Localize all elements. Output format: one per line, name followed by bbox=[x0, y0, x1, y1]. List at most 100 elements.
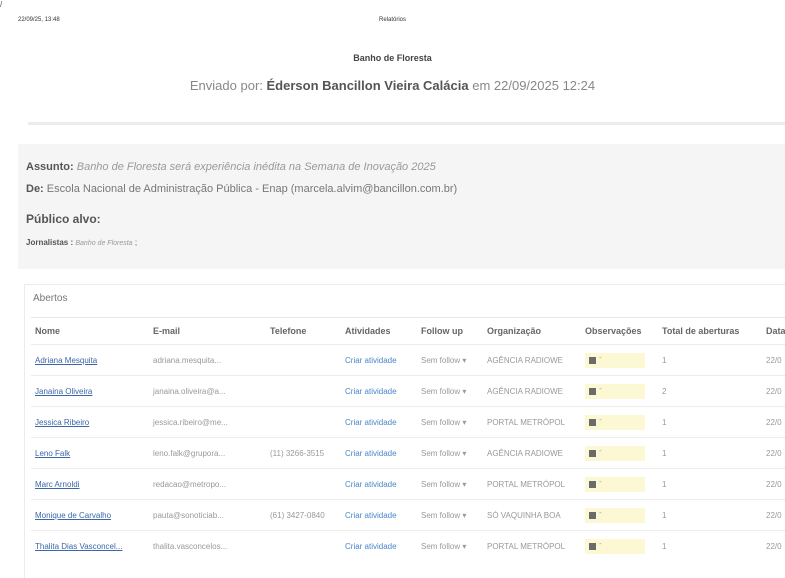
audience-group: Jornalistas : bbox=[26, 238, 74, 247]
contact-organization: PORTAL METRÓPOL bbox=[483, 468, 581, 500]
total-opens: 1 bbox=[658, 437, 762, 469]
create-activity-link[interactable]: Criar atividade bbox=[341, 499, 417, 531]
create-activity-link[interactable]: Criar atividade bbox=[341, 530, 417, 561]
contact-email: jessica.ribeiro@me... bbox=[149, 406, 266, 438]
contact-name-link[interactable]: Marc Arnoldi bbox=[31, 468, 149, 500]
sent-by-line: Enviado por: Éderson Bancillon Vieira Ca… bbox=[0, 78, 785, 93]
opened-panel: Abertos Nome E-mail Telefone Atividades … bbox=[24, 284, 785, 578]
table-row: Janaina Oliveira janaina.oliveira@a... C… bbox=[31, 375, 785, 407]
create-activity-link[interactable]: Criar atividade bbox=[341, 375, 417, 407]
contact-name-link[interactable]: Jessica Ribeiro bbox=[31, 406, 149, 438]
contact-email: pauta@sonoticiab... bbox=[149, 499, 266, 531]
contact-organization: AGÊNCIA RADIOWE bbox=[483, 375, 581, 407]
notes-text: - bbox=[599, 383, 602, 393]
subject-row: Assunto: Banho de Floresta será experiên… bbox=[26, 161, 436, 173]
notes-cell: - bbox=[581, 468, 658, 500]
notes-field[interactable]: - bbox=[585, 445, 645, 461]
column-header-organization[interactable]: Organização bbox=[483, 317, 581, 345]
campaign-info: Assunto: Banho de Floresta será experiên… bbox=[18, 144, 785, 269]
column-header-date[interactable]: Data bbox=[762, 317, 785, 345]
create-activity-link[interactable]: Criar atividade bbox=[341, 344, 417, 376]
create-activity-link[interactable]: Criar atividade bbox=[341, 437, 417, 469]
contact-organization: PORTAL METRÓPOL bbox=[483, 406, 581, 438]
report-title: Banho de Floresta bbox=[353, 53, 432, 63]
notes-cell: - bbox=[581, 437, 658, 469]
contact-organization: AGÊNCIA RADIOWE bbox=[483, 437, 581, 469]
contact-email: thalita.vasconcelos... bbox=[149, 530, 266, 561]
create-activity-link[interactable]: Criar atividade bbox=[341, 468, 417, 500]
contact-organization: PORTAL METRÓPOL bbox=[483, 530, 581, 561]
contact-email: leno.falk@grupora... bbox=[149, 437, 266, 469]
contact-organization: SÓ VAQUINHA BOA bbox=[483, 499, 581, 531]
contact-name-link[interactable]: Janaina Oliveira bbox=[31, 375, 149, 407]
contact-phone bbox=[266, 375, 341, 407]
contact-phone bbox=[266, 344, 341, 376]
contact-phone: (11) 3266-3515 bbox=[266, 437, 341, 469]
opened-title: Abertos bbox=[33, 293, 68, 304]
opened-table: Nome E-mail Telefone Atividades Follow u… bbox=[31, 317, 785, 561]
follow-up-select[interactable]: Sem follow ▾ bbox=[417, 530, 483, 561]
column-header-follow-up[interactable]: Follow up bbox=[417, 317, 483, 345]
from-text: Escola Nacional de Administração Pública… bbox=[46, 183, 458, 195]
print-header: 22/09/25, 13:48 Relatórios bbox=[0, 17, 785, 29]
total-opens: 1 bbox=[658, 499, 762, 531]
notes-cell: - bbox=[581, 375, 658, 407]
contact-name-link[interactable]: Thalita Dias Vasconcel... bbox=[31, 530, 149, 561]
follow-up-select[interactable]: Sem follow ▾ bbox=[417, 375, 483, 407]
table-row: Adriana Mesquita adriana.mesquita... Cri… bbox=[31, 344, 785, 376]
table-row: Leno Falk leno.falk@grupora... (11) 3266… bbox=[31, 437, 785, 469]
contact-phone: (61) 3427-0840 bbox=[266, 499, 341, 531]
note-icon bbox=[589, 480, 596, 488]
notes-field[interactable]: - bbox=[585, 383, 645, 399]
note-icon bbox=[589, 387, 596, 395]
contact-name-link[interactable]: Leno Falk bbox=[31, 437, 149, 469]
total-opens: 1 bbox=[658, 344, 762, 376]
notes-field[interactable]: - bbox=[585, 507, 645, 523]
contact-name-link[interactable]: Monique de Carvalho bbox=[31, 499, 149, 531]
notes-field[interactable]: - bbox=[585, 414, 645, 430]
follow-up-select[interactable]: Sem follow ▾ bbox=[417, 344, 483, 376]
corner-mark: / bbox=[0, 0, 3, 9]
column-header-activities[interactable]: Atividades bbox=[341, 317, 417, 345]
note-icon bbox=[589, 542, 596, 550]
open-date: 22/0 bbox=[762, 499, 785, 531]
table-row: Marc Arnoldi redacao@metropo... Criar at… bbox=[31, 468, 785, 500]
contact-email: redacao@metropo... bbox=[149, 468, 266, 500]
column-header-name[interactable]: Nome bbox=[31, 317, 149, 345]
header-divider bbox=[28, 122, 785, 125]
column-header-notes[interactable]: Observações bbox=[581, 317, 658, 345]
notes-cell: - bbox=[581, 499, 658, 531]
open-date: 22/0 bbox=[762, 437, 785, 469]
notes-text: - bbox=[599, 507, 602, 517]
follow-up-select[interactable]: Sem follow ▾ bbox=[417, 468, 483, 500]
table-row: Thalita Dias Vasconcel... thalita.vascon… bbox=[31, 530, 785, 561]
notes-cell: - bbox=[581, 406, 658, 438]
note-icon bbox=[589, 418, 596, 426]
column-header-total-opens[interactable]: Total de aberturas bbox=[658, 317, 762, 345]
follow-up-select[interactable]: Sem follow ▾ bbox=[417, 437, 483, 469]
total-opens: 1 bbox=[658, 530, 762, 561]
sender-name: Éderson Bancillon Vieira Calácia bbox=[266, 78, 469, 93]
open-date: 22/0 bbox=[762, 406, 785, 438]
open-date: 22/0 bbox=[762, 530, 785, 561]
note-icon bbox=[589, 356, 596, 364]
notes-field[interactable]: - bbox=[585, 352, 645, 368]
follow-up-select[interactable]: Sem follow ▾ bbox=[417, 499, 483, 531]
sent-at: em 22/09/2025 12:24 bbox=[472, 78, 596, 93]
follow-up-select[interactable]: Sem follow ▾ bbox=[417, 406, 483, 438]
open-date: 22/0 bbox=[762, 344, 785, 376]
notes-text: - bbox=[599, 352, 602, 362]
column-header-phone[interactable]: Telefone bbox=[266, 317, 341, 345]
notes-field[interactable]: - bbox=[585, 476, 645, 492]
create-activity-link[interactable]: Criar atividade bbox=[341, 406, 417, 438]
contact-email: janaina.oliveira@a... bbox=[149, 375, 266, 407]
contact-name-link[interactable]: Adriana Mesquita bbox=[31, 344, 149, 376]
notes-field[interactable]: - bbox=[585, 538, 645, 554]
subject-text: Banho de Floresta será experiência inédi… bbox=[76, 161, 436, 173]
column-header-email[interactable]: E-mail bbox=[149, 317, 266, 345]
contact-phone bbox=[266, 530, 341, 561]
audience-tag: Banho de Floresta bbox=[75, 240, 133, 247]
note-icon bbox=[589, 511, 596, 519]
notes-cell: - bbox=[581, 530, 658, 561]
notes-text: - bbox=[599, 445, 602, 455]
